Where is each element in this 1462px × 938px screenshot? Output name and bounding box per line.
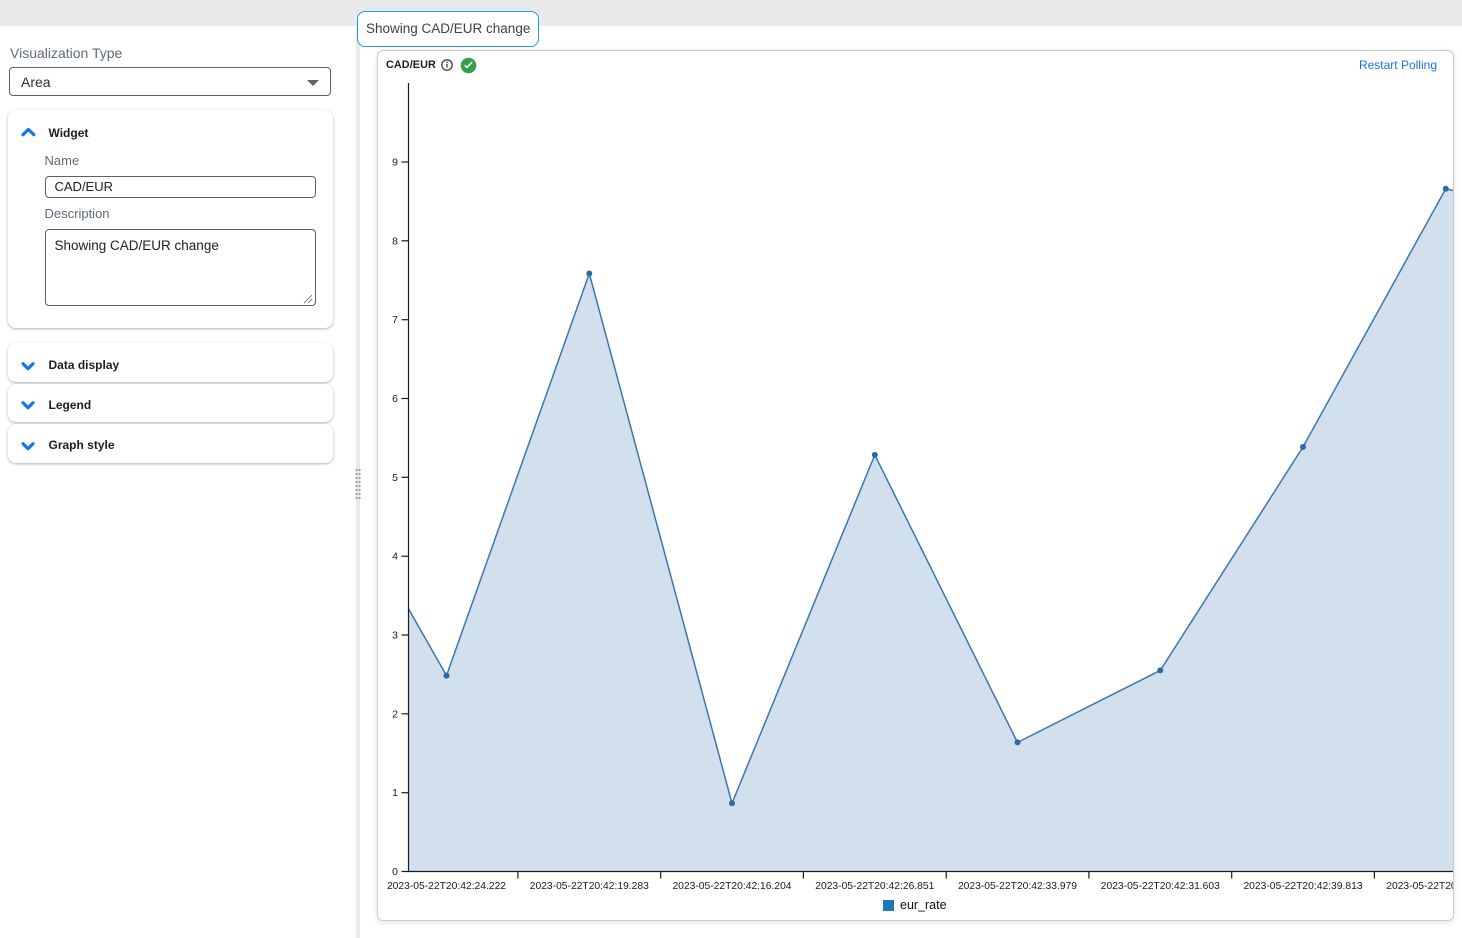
svg-text:0: 0: [392, 866, 398, 878]
svg-text:5: 5: [392, 472, 398, 484]
svg-text:2023-05-22T20:42:16.204: 2023-05-22T20:42:16.204: [672, 881, 791, 892]
svg-text:2023-05-22T20:42:26.851: 2023-05-22T20:42:26.851: [815, 881, 934, 892]
svg-text:2023-05-22T20:42:33.979: 2023-05-22T20:42:33.979: [958, 881, 1077, 892]
svg-text:6: 6: [392, 393, 398, 405]
svg-text:1: 1: [392, 787, 398, 799]
svg-text:8: 8: [392, 235, 398, 247]
svg-text:2: 2: [392, 708, 398, 720]
svg-text:2023-05-22T20:42:35.514: 2023-05-22T20:42:35.514: [1386, 881, 1453, 892]
svg-text:2023-05-22T20:42:39.813: 2023-05-22T20:42:39.813: [1243, 881, 1362, 892]
svg-text:2023-05-22T20:42:31.603: 2023-05-22T20:42:31.603: [1101, 881, 1220, 892]
svg-text:2023-05-22T20:42:19.283: 2023-05-22T20:42:19.283: [530, 881, 649, 892]
svg-text:7: 7: [392, 314, 398, 326]
svg-text:3: 3: [392, 630, 398, 642]
svg-text:2023-05-22T20:42:24.222: 2023-05-22T20:42:24.222: [387, 881, 506, 892]
svg-text:9: 9: [392, 157, 398, 169]
svg-text:4: 4: [392, 551, 398, 563]
